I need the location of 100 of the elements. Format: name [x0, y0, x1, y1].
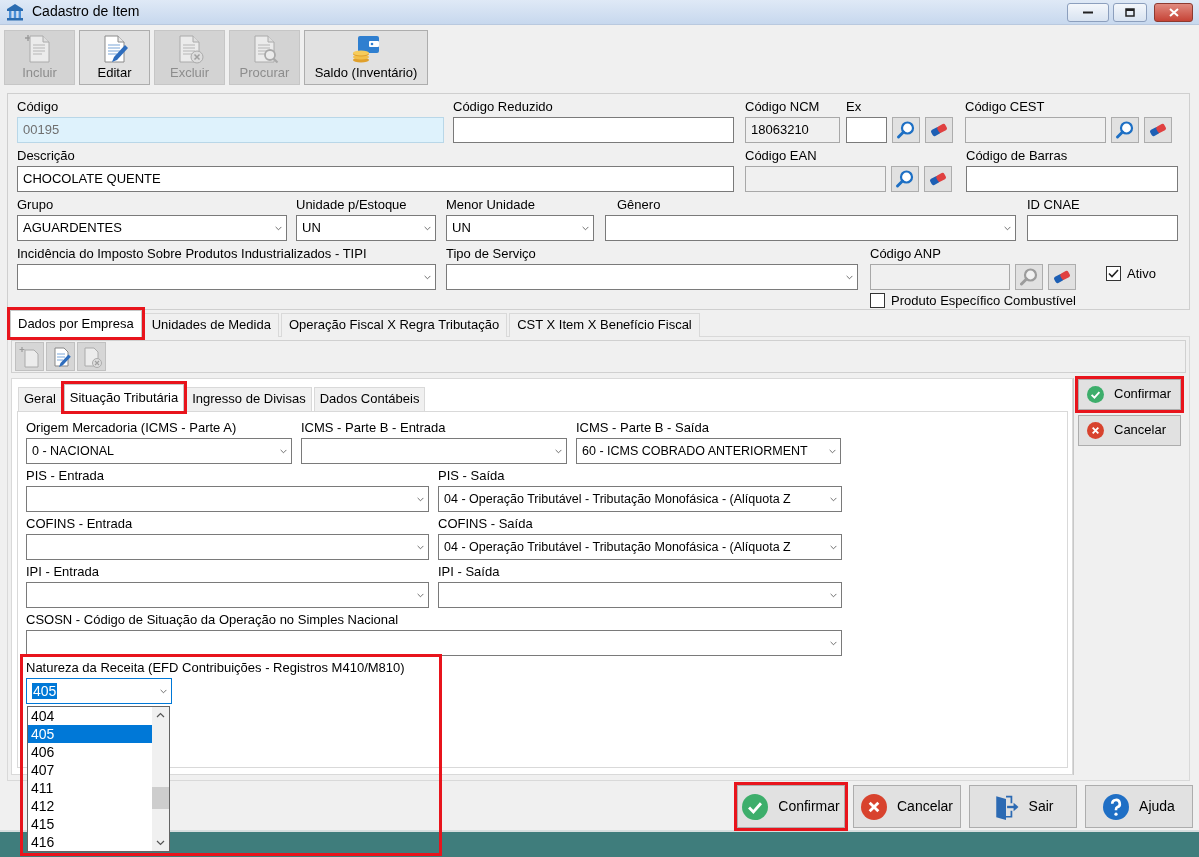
- field-label: Tipo de Serviço: [446, 246, 536, 262]
- dropdown-option[interactable]: 406: [28, 743, 152, 761]
- tab[interactable]: Dados Contábeis: [313, 387, 426, 411]
- help-icon: [1103, 793, 1130, 820]
- eraser-icon: [1148, 123, 1168, 137]
- tab[interactable]: Dados por Empresa: [10, 310, 142, 337]
- field-label: Menor Unidade: [446, 197, 535, 213]
- field-label: Gênero: [617, 197, 661, 213]
- field-label: ICMS - Parte B - Entrada: [301, 420, 446, 436]
- edit-button[interactable]: Editar: [79, 30, 150, 85]
- inventory-button[interactable]: Saldo (Inventário): [304, 30, 428, 85]
- confirm-button[interactable]: Confirmar: [737, 785, 845, 828]
- scrollbar[interactable]: [152, 707, 169, 851]
- checkbox[interactable]: [870, 293, 885, 308]
- dropdown-field[interactable]: UN: [296, 215, 436, 241]
- cancel-button[interactable]: Cancelar: [853, 785, 961, 828]
- tab[interactable]: Operação Fiscal X Regra Tributação: [280, 313, 508, 337]
- eraser-button[interactable]: [924, 166, 952, 192]
- field-label: Código de Barras: [966, 148, 1068, 164]
- dropdown-option[interactable]: 404: [28, 707, 152, 725]
- eraser-icon: [1052, 270, 1072, 284]
- dropdown-field[interactable]: [446, 264, 858, 290]
- search-icon: [1019, 267, 1039, 287]
- tab[interactable]: CST X Item X Benefício Fiscal: [509, 313, 700, 337]
- checkmark-icon: [1108, 269, 1119, 278]
- dropdown-field[interactable]: [605, 215, 1016, 241]
- field-label: Código: [17, 99, 59, 115]
- field-label: IPI - Saída: [438, 564, 500, 580]
- maximize-icon: [1125, 7, 1135, 17]
- dropdown-field[interactable]: UN: [446, 215, 594, 241]
- checkbox[interactable]: [1106, 266, 1121, 281]
- tab[interactable]: Unidades de Medida: [143, 313, 279, 337]
- field-label: Código NCM: [745, 99, 820, 115]
- field-label: PIS - Saída: [438, 468, 505, 484]
- dropdown-field[interactable]: AGUARDENTES: [17, 215, 287, 241]
- building-icon: [6, 3, 24, 21]
- field-label: Origem Mercadoria (ICMS - Parte A): [26, 420, 237, 436]
- dropdown-field[interactable]: 60 - ICMS COBRADO ANTERIORMENT: [576, 438, 841, 464]
- field-label: Incidência do Imposto Sobre Produtos Industrializados - TIPI: [17, 246, 367, 262]
- text-field[interactable]: CHOCOLATE QUENTE: [17, 166, 734, 192]
- dropdown-field[interactable]: 04 - Operação Tributável - Tributação Monofásica - (Alíquota Z: [438, 486, 842, 512]
- dropdown-field[interactable]: 04 - Operação Tributável - Tributação Monofásica - (Alíquota Z: [438, 534, 842, 560]
- dropdown-option[interactable]: 407: [28, 761, 152, 779]
- dropdown-field[interactable]: [17, 264, 436, 290]
- dropdown-field[interactable]: [301, 438, 567, 464]
- chevron-up-icon: [156, 712, 165, 718]
- field-label: PIS - Entrada: [26, 468, 105, 484]
- dropdown-option[interactable]: 411: [28, 779, 152, 797]
- eraser-button[interactable]: [1144, 117, 1172, 143]
- checkbox-label: Ativo: [1127, 265, 1156, 282]
- x-circle-icon: [861, 793, 887, 820]
- search-icon: [1115, 120, 1135, 140]
- dropdown-option[interactable]: 405: [28, 725, 152, 743]
- wallet-coins-icon: [351, 34, 381, 64]
- field-label: CSOSN - Código de Situação da Operação no Simples Nacional: [26, 612, 399, 628]
- field-label: ID CNAE: [1027, 197, 1080, 213]
- dropdown-option[interactable]: 412: [28, 797, 152, 815]
- tab[interactable]: Ingresso de Divisas: [186, 387, 312, 411]
- text-field[interactable]: [966, 166, 1178, 192]
- maximize-button[interactable]: [1113, 2, 1147, 22]
- eraser-button[interactable]: [925, 117, 953, 143]
- cancel-button[interactable]: Cancelar: [1078, 415, 1181, 446]
- exit-button[interactable]: Sair: [969, 785, 1077, 828]
- field-label: Código EAN: [745, 148, 817, 164]
- field-label: Natureza da Receita (EFD Contribuições - Registros M410/M810): [26, 660, 405, 676]
- close-button[interactable]: [1154, 2, 1193, 22]
- help-button[interactable]: Ajuda: [1085, 785, 1193, 828]
- eraser-icon: [928, 172, 948, 186]
- field-label: Código CEST: [965, 99, 1045, 115]
- field-label: Código Reduzido: [453, 99, 553, 115]
- checkbox-label: Produto Específico Combustível: [891, 292, 1076, 309]
- tab[interactable]: Situação Tributária: [63, 384, 185, 411]
- scroll-thumb[interactable]: [152, 787, 169, 809]
- field-label: Unidade p/Estoque: [296, 197, 407, 213]
- tab[interactable]: Geral: [18, 387, 62, 411]
- confirm-button[interactable]: Confirmar: [1078, 379, 1181, 410]
- dropdown-field[interactable]: [438, 582, 842, 608]
- dropdown-field[interactable]: [26, 630, 842, 656]
- text-field[interactable]: [453, 117, 734, 143]
- dropdown-field[interactable]: [26, 534, 429, 560]
- search-button[interactable]: [892, 117, 920, 143]
- chevron-down-icon: [156, 840, 165, 846]
- eraser-button[interactable]: [1048, 264, 1076, 290]
- dropdown-field[interactable]: 0 - NACIONAL: [26, 438, 292, 464]
- dropdown-field[interactable]: [26, 486, 429, 512]
- check-circle-icon: [742, 793, 769, 820]
- text-field[interactable]: 00195: [17, 117, 444, 143]
- check-circle-icon: [1087, 386, 1104, 403]
- dropdown-option[interactable]: 415: [28, 815, 152, 833]
- edit-button[interactable]: [46, 342, 75, 371]
- field-label: ICMS - Parte B - Saída: [576, 420, 709, 436]
- text-field[interactable]: [846, 117, 887, 143]
- dropdown-field[interactable]: 405: [26, 678, 172, 704]
- search-icon: [896, 120, 916, 140]
- field-label: Código ANP: [870, 246, 941, 262]
- dropdown-option[interactable]: 416: [28, 833, 152, 851]
- dropdown-field[interactable]: [26, 582, 429, 608]
- close-icon: [1168, 7, 1179, 17]
- x-circle-icon: [1087, 422, 1104, 439]
- text-field[interactable]: [1027, 215, 1178, 241]
